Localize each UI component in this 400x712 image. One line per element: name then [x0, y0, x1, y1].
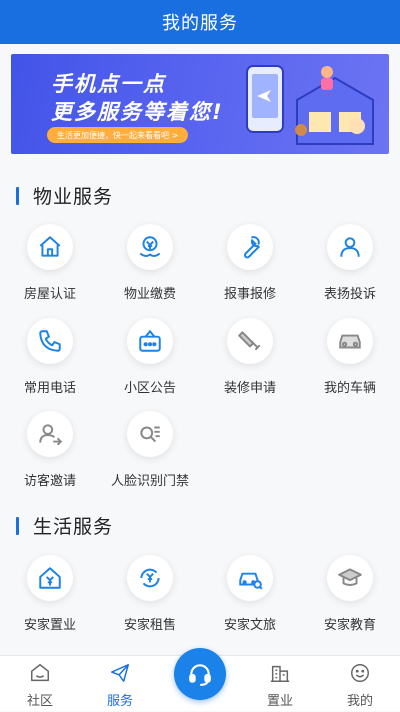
- tile-label: 小区公告: [123, 381, 176, 396]
- tile-label: 报事报修: [223, 287, 276, 302]
- banner-headline: 手机点一点: [51, 72, 166, 96]
- tile-label: 表扬投诉: [323, 287, 376, 302]
- banner-subheadline: 更多服务等着您!: [51, 100, 224, 124]
- person-icon: [327, 224, 373, 270]
- section-title: 物业服务: [33, 186, 114, 208]
- section-header: 生活服务: [16, 512, 113, 539]
- car-icon: [327, 318, 373, 364]
- tile-label: 安家置业: [23, 618, 76, 633]
- page-title: 我的服务: [162, 13, 238, 34]
- service-house-verify[interactable]: 房屋认证: [0, 224, 100, 302]
- service-repair[interactable]: 报事报修: [200, 224, 300, 302]
- tile-label: 常用电话: [23, 381, 76, 396]
- service-renovation[interactable]: 装修申请: [200, 318, 300, 396]
- home-purchase-icon: [27, 555, 73, 601]
- service-education[interactable]: 安家教育: [300, 555, 400, 633]
- banner-cta[interactable]: 生活更加便捷，快一起来看看吧 >: [47, 127, 189, 143]
- rent-icon: [127, 555, 173, 601]
- service-visitor[interactable]: 访客邀请: [0, 411, 100, 489]
- phone-icon: [27, 318, 73, 364]
- app-header: 我的服务: [0, 0, 400, 44]
- service-phone[interactable]: 常用电话: [0, 318, 100, 396]
- service-face-access[interactable]: 人脸识别门禁: [100, 411, 200, 489]
- service-my-car[interactable]: 我的车辆: [300, 318, 400, 396]
- community-icon: [31, 664, 49, 682]
- building-icon: [270, 665, 290, 682]
- tab-label: 我的: [346, 694, 373, 709]
- tile-label: 访客邀请: [23, 474, 76, 489]
- send-icon: [111, 664, 129, 682]
- service-notice[interactable]: 小区公告: [100, 318, 200, 396]
- tab-label: 社区: [26, 694, 53, 709]
- house-icon: [27, 224, 73, 270]
- tab-services[interactable]: 服务: [80, 656, 160, 712]
- tile-label: 房屋认证: [23, 287, 76, 302]
- wrench-icon: [227, 224, 273, 270]
- tile-label: 人脸识别门禁: [110, 474, 189, 489]
- service-rent[interactable]: 安家租售: [100, 555, 200, 633]
- face-scan-icon: [127, 411, 173, 457]
- section-header: 物业服务: [16, 182, 113, 209]
- promo-banner[interactable]: 手机点一点 更多服务等着您! 生活更加便捷，快一起来看看吧 >: [11, 54, 389, 154]
- tile-label: 物业缴费: [123, 287, 176, 302]
- section-accent-bar: [16, 186, 19, 205]
- tile-label: 安家教育: [323, 618, 376, 633]
- tile-label: 装修申请: [223, 381, 276, 396]
- tab-label: 服务: [106, 694, 133, 709]
- graduation-icon: [327, 555, 373, 601]
- tab-real-estate[interactable]: 置业: [240, 656, 320, 712]
- travel-icon: [227, 555, 273, 601]
- tile-label: 安家租售: [123, 618, 176, 633]
- tile-label: 我的车辆: [323, 381, 376, 396]
- paint-roller-icon: [227, 318, 273, 364]
- tab-community[interactable]: 社区: [0, 656, 80, 712]
- banner-illustration: [246, 65, 374, 145]
- service-feedback[interactable]: 表扬投诉: [300, 224, 400, 302]
- service-property-fee[interactable]: 物业缴费: [100, 224, 200, 302]
- section-accent-bar: [16, 516, 19, 535]
- service-travel[interactable]: 安家文旅: [200, 555, 300, 633]
- visitor-icon: [27, 411, 73, 457]
- tab-mine[interactable]: 我的: [320, 656, 400, 712]
- headset-icon: [189, 664, 211, 686]
- service-home-purchase[interactable]: 安家置业: [0, 555, 100, 633]
- smile-icon: [351, 664, 369, 682]
- tile-label: 安家文旅: [223, 618, 276, 633]
- section-title: 生活服务: [33, 516, 114, 538]
- notice-icon: [127, 318, 173, 364]
- tab-label: 置业: [266, 694, 293, 709]
- payment-icon: [127, 224, 173, 270]
- customer-service-button[interactable]: [174, 648, 226, 700]
